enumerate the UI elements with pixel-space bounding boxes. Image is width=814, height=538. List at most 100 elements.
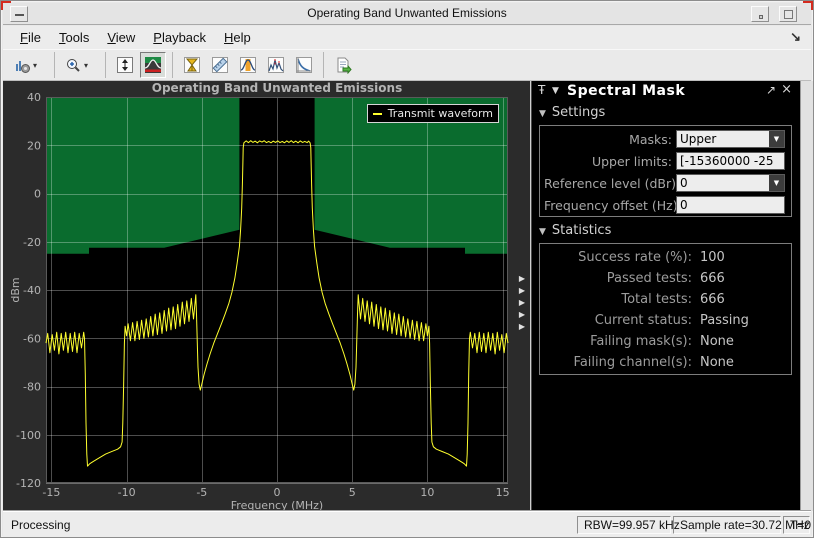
svg-text:dBm: dBm: [9, 277, 22, 302]
svg-text:-10: -10: [118, 486, 136, 499]
settings-section-header[interactable]: ▼ Settings: [539, 105, 605, 120]
passed-tests-label: Passed tests:: [606, 271, 692, 286]
splitter-arrow-icon: ▶: [518, 274, 526, 283]
settings-group: Masks: Upper ▼ Upper limits: [-15360000 …: [539, 125, 792, 217]
spectral-mask-button[interactable]: [140, 52, 166, 78]
dropdown-arrow-icon: ▾: [84, 60, 89, 70]
toolbar-separator: [323, 52, 324, 78]
splitter-arrow-icon: ▶: [518, 298, 526, 307]
svg-text:15: 15: [496, 486, 510, 499]
legend-line-sample: [373, 112, 382, 115]
svg-text:-5: -5: [196, 486, 207, 499]
svg-text:0: 0: [274, 486, 281, 499]
menu-file[interactable]: File: [11, 27, 50, 48]
generate-script-button[interactable]: [330, 52, 356, 78]
cursor-measurements-button[interactable]: [207, 52, 233, 78]
fit-to-view-icon: [117, 57, 133, 73]
spectral-mask-icon: [144, 57, 162, 73]
time-indicator: T=0: [783, 516, 811, 534]
svg-text:40: 40: [27, 91, 41, 104]
generate-script-icon: [337, 57, 352, 74]
rbw-indicator: RBW=99.957 kHz: [577, 516, 680, 534]
panel-splitter[interactable]: ▶ ▶ ▶ ▶ ▶: [515, 273, 529, 333]
total-tests-value: 666: [700, 292, 725, 307]
toolbar-separator: [54, 52, 55, 78]
ccdf-measurements-button[interactable]: [291, 52, 317, 78]
svg-text:-120: -120: [16, 477, 41, 490]
frequency-offset-field[interactable]: 0: [676, 196, 785, 214]
ccdf-measurements-icon: [296, 57, 312, 73]
upper-limits-label: Upper limits:: [591, 154, 672, 169]
svg-text:Frequency (MHz): Frequency (MHz): [231, 499, 323, 511]
failing-channels-label: Failing channel(s):: [573, 355, 692, 370]
maximize-icon: [784, 10, 793, 19]
svg-text:10: 10: [420, 486, 434, 499]
maximize-button[interactable]: [779, 6, 797, 22]
spectrum-settings-icon: [16, 60, 30, 73]
reference-level-label: Reference level (dBr):: [544, 176, 681, 191]
statistics-group: Success rate (%): 100 Passed tests: 666 …: [539, 243, 792, 375]
zoom-icon: [67, 58, 80, 72]
menu-help[interactable]: Help: [215, 27, 260, 48]
svg-text:-80: -80: [23, 381, 41, 394]
toolbar-separator: [105, 52, 106, 78]
panel-close-icon[interactable]: ×: [781, 82, 792, 97]
peak-finder-button[interactable]: [263, 52, 289, 78]
svg-text:-60: -60: [23, 332, 41, 345]
spectrum-settings-button[interactable]: ▾: [10, 52, 48, 78]
dock-arrow-icon[interactable]: ↘: [790, 29, 801, 45]
panel-resize-gutter[interactable]: [800, 81, 813, 511]
menu-bar: File Tools View Playback Help ↘: [3, 26, 811, 49]
spectrum-analyzer-window: Operating Band Unwanted Emissions File T…: [0, 0, 814, 538]
minimize-button[interactable]: [751, 6, 769, 22]
plot-container: -15 -10 -5 0 5 10 15 40 20 0 -20 -40 -60 -80 -100 -120 F…: [7, 81, 531, 512]
failing-channels-value: None: [700, 355, 734, 370]
svg-text:5: 5: [349, 486, 356, 499]
svg-text:Operating Band Unwanted Emissi: Operating Band Unwanted Emissions: [152, 81, 402, 95]
zoom-button[interactable]: ▾: [61, 52, 99, 78]
masks-dropdown[interactable]: Upper ▼: [676, 130, 785, 148]
spectrum-plot: -15 -10 -5 0 5 10 15 40 20 0 -20 -40 -60 -80 -100 -120 F…: [9, 81, 510, 512]
plot-legend[interactable]: Transmit waveform: [367, 104, 499, 123]
masks-label: Masks:: [629, 132, 672, 147]
panel-undock-icon[interactable]: ↗: [766, 83, 776, 97]
section-collapse-icon: ▼: [539, 109, 546, 119]
splitter-arrow-icon: ▶: [518, 286, 526, 295]
panel-collapse-icon[interactable]: ▼: [552, 86, 559, 96]
panel-title: Spectral Mask: [567, 83, 686, 99]
cursor-measurements-icon: [212, 57, 228, 73]
chevron-down-icon: ▼: [769, 175, 784, 191]
upper-limits-field[interactable]: [-15360000 -25: [676, 152, 785, 170]
failing-masks-value: None: [700, 334, 734, 349]
section-collapse-icon: ▼: [539, 227, 546, 237]
success-rate-value: 100: [700, 250, 725, 265]
channel-measurements-icon: [240, 57, 256, 73]
fit-to-view-button[interactable]: [112, 52, 138, 78]
toolbar-separator: [172, 52, 173, 78]
svg-text:-100: -100: [16, 429, 41, 442]
peak-finder-icon: [268, 57, 284, 73]
reference-level-field[interactable]: 0 ▼: [676, 174, 785, 192]
channel-measurements-button[interactable]: [235, 52, 261, 78]
panel-header: Ŧ ▼ Spectral Mask ↗ ×: [531, 81, 800, 103]
dropdown-arrow-icon: ▾: [33, 60, 38, 70]
current-status-label: Current status:: [594, 313, 692, 328]
distortion-measurements-button[interactable]: [179, 52, 205, 78]
menu-view[interactable]: View: [98, 27, 144, 48]
status-message: Processing: [11, 518, 71, 532]
svg-text:20: 20: [27, 139, 41, 152]
panel-pin-icon[interactable]: Ŧ: [538, 83, 545, 97]
current-status-value: Passing: [700, 313, 749, 328]
svg-text:-15: -15: [42, 486, 60, 499]
frequency-offset-label: Frequency offset (Hz):: [544, 198, 682, 213]
status-bar: Processing RBW=99.957 kHz Sample rate=30…: [3, 511, 811, 537]
legend-label: Transmit waveform: [387, 107, 493, 120]
passed-tests-value: 666: [700, 271, 725, 286]
menu-playback[interactable]: Playback: [144, 27, 215, 48]
menu-tools[interactable]: Tools: [50, 27, 98, 48]
statistics-section-header[interactable]: ▼ Statistics: [539, 223, 611, 238]
distortion-measurements-icon: [184, 57, 200, 73]
title-bar[interactable]: Operating Band Unwanted Emissions: [3, 3, 811, 25]
svg-text:-40: -40: [23, 284, 41, 297]
minimize-icon: [759, 15, 763, 19]
